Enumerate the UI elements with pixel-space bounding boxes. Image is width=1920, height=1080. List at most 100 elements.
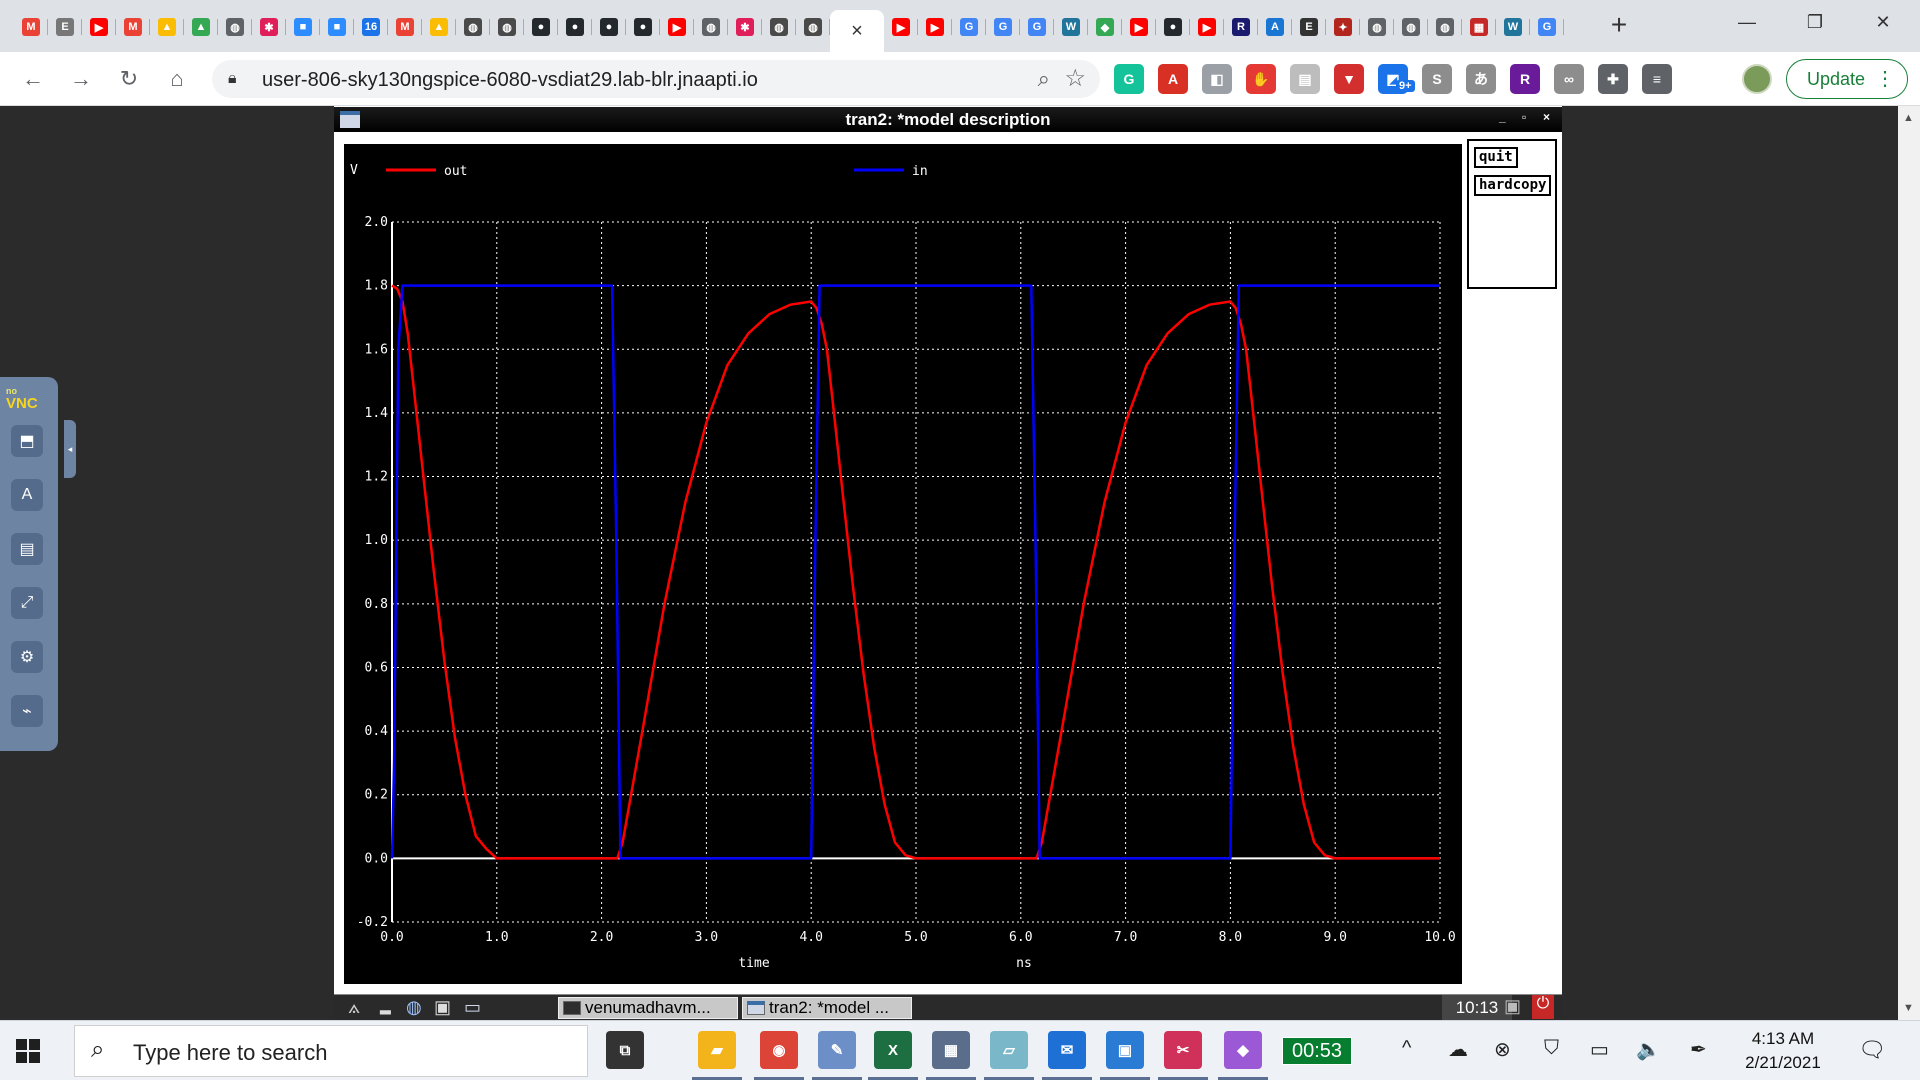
browser-tab[interactable]: ● xyxy=(524,10,558,44)
hardcopy-button[interactable]: hardcopy xyxy=(1474,175,1552,196)
browser-tab[interactable]: G xyxy=(986,10,1020,44)
browser-tab[interactable]: ◍ xyxy=(490,10,524,44)
photos-icon[interactable]: ▣ xyxy=(1100,1031,1150,1080)
xdesk-minimize-icon[interactable]: ▂ xyxy=(380,998,391,1015)
stop-icon[interactable]: ✋ xyxy=(1246,64,1276,94)
browser-tab[interactable]: ▶ xyxy=(1190,10,1224,44)
browser-tab[interactable]: ▦ xyxy=(1462,10,1496,44)
browser-tab[interactable]: ▶ xyxy=(82,10,116,44)
plot-maximize-button[interactable]: ▫ xyxy=(1522,110,1526,124)
xdesk-windows-icon[interactable]: ▣ xyxy=(434,997,451,1018)
r-icon[interactable]: R xyxy=(1510,64,1540,94)
pen-icon[interactable]: ✒ xyxy=(1690,1037,1707,1062)
plot-minimize-button[interactable]: _ xyxy=(1499,110,1506,124)
page-scrollbar[interactable]: ▲ ▼ xyxy=(1898,106,1920,1020)
notifications-icon[interactable]: 🗨 xyxy=(1858,1037,1886,1063)
browser-tab[interactable]: E xyxy=(48,10,82,44)
lock-icon[interactable]: 🔒︎ xyxy=(228,70,237,88)
browser-tab[interactable]: ◆ xyxy=(1088,10,1122,44)
browser-tab[interactable]: ✦ xyxy=(1326,10,1360,44)
puzzle-icon[interactable]: ✚ xyxy=(1598,64,1628,94)
settings-icon[interactable]: ⚙ xyxy=(11,641,43,673)
close-window-button[interactable]: ✕ xyxy=(1860,6,1906,38)
browser-tab[interactable]: ◍ xyxy=(1428,10,1462,44)
plot-titlebar[interactable]: tran2: *model description _ ▫ × xyxy=(334,107,1562,132)
timer-display[interactable]: 00:53 xyxy=(1282,1037,1352,1065)
translate-icon[interactable]: あ xyxy=(1466,64,1496,94)
bookmark-star-icon[interactable]: ☆ xyxy=(1064,64,1086,93)
grammarly-icon[interactable]: G xyxy=(1114,64,1144,94)
volume-icon[interactable]: 🔈 xyxy=(1636,1037,1661,1062)
browser-tab[interactable]: ▲ xyxy=(150,10,184,44)
paint-icon[interactable]: ✎ xyxy=(812,1031,862,1080)
plot-close-button[interactable]: × xyxy=(1543,110,1550,124)
taskbar-search-box[interactable]: ⌕ Type here to search xyxy=(74,1025,588,1077)
browser-tab[interactable]: ● xyxy=(592,10,626,44)
media-icon[interactable]: ≡ xyxy=(1642,64,1672,94)
browser-tab[interactable]: ▶ xyxy=(1122,10,1156,44)
update-button[interactable]: Update ⋮ xyxy=(1786,59,1908,99)
browser-tab[interactable]: ● xyxy=(1156,10,1190,44)
keyboard-icon[interactable]: A xyxy=(11,479,43,511)
xdesk-window-icon[interactable]: ▭ xyxy=(464,997,481,1018)
chevron-up-icon[interactable]: ^ xyxy=(1402,1037,1411,1060)
restore-window-button[interactable]: ❐ xyxy=(1792,6,1838,38)
xdesk-start-icon[interactable]: ⟑ xyxy=(348,996,360,1019)
minimize-window-button[interactable]: — xyxy=(1724,6,1770,38)
browser-tab[interactable]: G xyxy=(1530,10,1564,44)
back-button[interactable]: ← xyxy=(18,64,48,94)
plot-canvas[interactable]: 0.0 1.0 2.0 3.0 4.0 5.0 6.0 7.0 8.0 9.0 10.0 -0.2 0.… xyxy=(344,144,1462,984)
browser-tab[interactable]: M xyxy=(388,10,422,44)
xdesk-globe-icon[interactable]: ◍ xyxy=(406,997,422,1018)
browser-tab[interactable]: ◍ xyxy=(694,10,728,44)
home-button[interactable]: ⌂ xyxy=(162,64,192,94)
onedrive-icon[interactable]: ☁ xyxy=(1448,1037,1468,1062)
windows-start-button[interactable] xyxy=(16,1039,40,1063)
snip-icon[interactable]: ✂ xyxy=(1158,1031,1208,1080)
browser-tab[interactable]: M xyxy=(14,10,48,44)
address-bar[interactable]: 🔒︎ user-806-sky130ngspice-6080-vsdiat29.… xyxy=(212,60,1100,98)
browser-tab[interactable]: 16 xyxy=(354,10,388,44)
url-text[interactable]: user-806-sky130ngspice-6080-vsdiat29.lab… xyxy=(262,69,758,92)
browser-tab[interactable]: ◍ xyxy=(1360,10,1394,44)
battery-icon[interactable]: ▭ xyxy=(1590,1037,1609,1062)
browser-tab[interactable]: ▶ xyxy=(918,10,952,44)
browser-tab-active[interactable]: × xyxy=(830,10,884,52)
browser-tab[interactable]: ■ xyxy=(286,10,320,44)
extension-icon[interactable]: ◧ xyxy=(1202,64,1232,94)
browser-tab[interactable]: ● xyxy=(626,10,660,44)
disconnect-icon[interactable]: ⌁ xyxy=(11,695,43,727)
zoom-icon[interactable]: ⌕ xyxy=(1038,66,1050,92)
mail-icon[interactable]: ✉ xyxy=(1042,1031,1092,1080)
browser-tab[interactable]: ◍ xyxy=(218,10,252,44)
paint3d-icon[interactable]: ◆ xyxy=(1218,1031,1268,1080)
browser-tab[interactable]: ● xyxy=(558,10,592,44)
file-explorer-icon[interactable]: ▰ xyxy=(692,1031,742,1080)
acrobat-icon[interactable]: A xyxy=(1158,64,1188,94)
pocket-icon[interactable]: ▼ xyxy=(1334,64,1364,94)
menu-dots-icon[interactable]: ⋮ xyxy=(1875,66,1895,91)
browser-tab[interactable]: ✱ xyxy=(252,10,286,44)
browser-tab[interactable]: ◍ xyxy=(456,10,490,44)
scroll-up-icon[interactable]: ▲ xyxy=(1903,112,1914,124)
xtask-plot-window[interactable]: tran2: *model ... xyxy=(742,997,912,1019)
display-icon[interactable]: ⬒ xyxy=(11,425,43,457)
scroll-down-icon[interactable]: ▼ xyxy=(1903,1002,1914,1014)
system-clock[interactable]: 4:13 AM 2/21/2021 xyxy=(1730,1027,1836,1075)
browser-tab[interactable]: ◍ xyxy=(1394,10,1428,44)
browser-tab[interactable]: ◍ xyxy=(762,10,796,44)
browser-tab[interactable]: R xyxy=(1224,10,1258,44)
browser-tab[interactable]: W xyxy=(1054,10,1088,44)
browser-tab[interactable]: A xyxy=(1258,10,1292,44)
xdesk-tray-icon[interactable]: ▣ xyxy=(1504,996,1521,1017)
calculator-icon[interactable]: ▦ xyxy=(926,1031,976,1080)
forward-button[interactable]: → xyxy=(66,64,96,94)
browser-tab[interactable]: G xyxy=(1020,10,1054,44)
chrome-icon[interactable]: ◉ xyxy=(754,1031,804,1080)
fullscreen-icon[interactable]: ⤢ xyxy=(11,587,43,619)
browser-tab[interactable]: E xyxy=(1292,10,1326,44)
link-icon[interactable]: ∞ xyxy=(1554,64,1584,94)
reload-button[interactable]: ↻ xyxy=(114,64,144,94)
task-view-icon[interactable]: ⧉ xyxy=(606,1031,644,1069)
sync-icon[interactable]: ⊗ xyxy=(1494,1037,1511,1062)
